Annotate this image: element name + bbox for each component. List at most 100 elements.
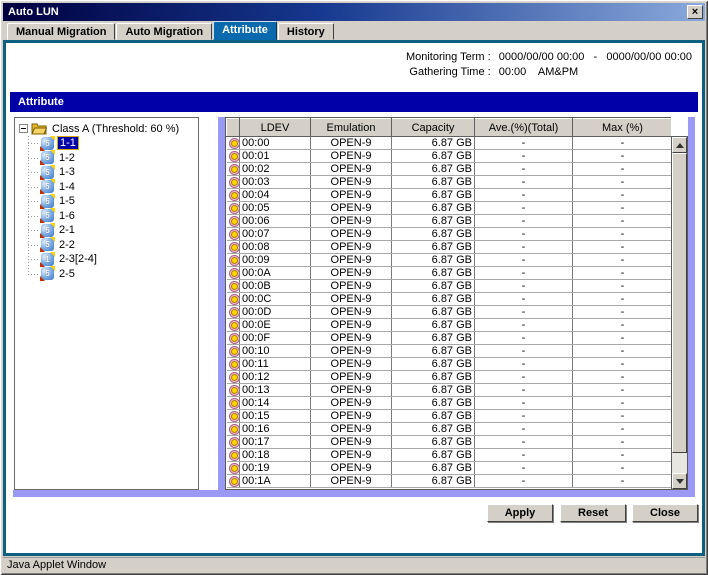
ldev-icon	[229, 203, 240, 214]
max-cell: -	[573, 254, 672, 267]
tree-item-1-6[interactable]: 51-6	[41, 209, 198, 224]
column-header-max[interactable]: Max (%)	[573, 119, 672, 137]
capacity-cell: 6.87 GB	[392, 150, 475, 163]
column-header-ldev[interactable]: LDEV	[240, 119, 311, 137]
ldev-icon	[229, 320, 240, 331]
ldev-cell: 00:10	[240, 345, 311, 358]
scrollbar-thumb[interactable]	[672, 153, 687, 453]
capacity-cell: 6.87 GB	[392, 319, 475, 332]
table-row[interactable]: 00:07OPEN-96.87 GB--	[227, 228, 672, 241]
table-row[interactable]: 00:13OPEN-96.87 GB--	[227, 384, 672, 397]
table-row[interactable]: 00:0BOPEN-96.87 GB--	[227, 280, 672, 293]
vertical-scrollbar[interactable]	[671, 136, 688, 490]
table-row[interactable]: 00:05OPEN-96.87 GB--	[227, 202, 672, 215]
table-row[interactable]: 00:14OPEN-96.87 GB--	[227, 397, 672, 410]
ave-cell: -	[475, 475, 573, 488]
monitoring-term-label: Monitoring Term :	[406, 50, 491, 65]
emulation-cell: OPEN-9	[311, 267, 392, 280]
capacity-cell: 6.87 GB	[392, 384, 475, 397]
ldev-icon-cell	[227, 332, 240, 345]
column-header-ave[interactable]: Ave.(%)(Total)	[475, 119, 573, 137]
ldev-icon-cell	[227, 345, 240, 358]
ldev-icon-cell	[227, 293, 240, 306]
table-row[interactable]: 00:0EOPEN-96.87 GB--	[227, 319, 672, 332]
table-row[interactable]: 00:12OPEN-96.87 GB--	[227, 371, 672, 384]
table-row[interactable]: 00:11OPEN-96.87 GB--	[227, 358, 672, 371]
ldev-cell: 00:16	[240, 423, 311, 436]
table-row[interactable]: 00:0FOPEN-96.87 GB--	[227, 332, 672, 345]
ldev-cell: 00:18	[240, 449, 311, 462]
table-row[interactable]: 00:1AOPEN-96.87 GB--	[227, 475, 672, 488]
ldev-icon	[229, 437, 240, 448]
ldev-table-wrap: LDEV Emulation Capacity Ave.(%)(Total) M…	[225, 117, 671, 490]
ldev-cell: 00:04	[240, 189, 311, 202]
max-cell: -	[573, 462, 672, 475]
ave-cell: -	[475, 332, 573, 345]
apply-button[interactable]: Apply	[487, 504, 553, 522]
table-row[interactable]: 00:17OPEN-96.87 GB--	[227, 436, 672, 449]
table-row[interactable]: 00:01OPEN-96.87 GB--	[227, 150, 672, 163]
ldev-icon	[229, 398, 240, 409]
ldev-cell: 00:13	[240, 384, 311, 397]
tree-root-class-a[interactable]: Class A (Threshold: 60 %)	[19, 121, 198, 136]
capacity-cell: 6.87 GB	[392, 449, 475, 462]
tab-attribute[interactable]: Attribute	[213, 21, 277, 40]
ldev-icon-cell	[227, 241, 240, 254]
tree-item-2-2[interactable]: 52-2	[41, 238, 198, 253]
tree-item-1-5[interactable]: 51-5	[41, 194, 198, 209]
emulation-cell: OPEN-9	[311, 332, 392, 345]
tab-history[interactable]: History	[278, 23, 334, 40]
column-header-capacity[interactable]: Capacity	[392, 119, 475, 137]
reset-button[interactable]: Reset	[560, 504, 626, 522]
max-cell: -	[573, 384, 672, 397]
table-row[interactable]: 00:08OPEN-96.87 GB--	[227, 241, 672, 254]
column-header-emulation[interactable]: Emulation	[311, 119, 392, 137]
tree-item-1-2[interactable]: 51-2	[41, 151, 198, 166]
table-row[interactable]: 00:15OPEN-96.87 GB--	[227, 410, 672, 423]
ldev-icon-cell	[227, 475, 240, 488]
tree-item-1-1[interactable]: 51-1	[41, 136, 198, 151]
table-row[interactable]: 00:16OPEN-96.87 GB--	[227, 423, 672, 436]
table-row[interactable]: 00:03OPEN-96.87 GB--	[227, 176, 672, 189]
table-row[interactable]: 00:00OPEN-96.87 GB--	[227, 137, 672, 150]
group-disk-icon: 5	[41, 137, 54, 150]
ldev-icon-cell	[227, 397, 240, 410]
ldev-cell: 00:07	[240, 228, 311, 241]
max-cell: -	[573, 163, 672, 176]
ldev-cell: 00:0A	[240, 267, 311, 280]
tree-collapse-icon[interactable]	[19, 124, 28, 133]
column-header-icon[interactable]	[227, 119, 240, 137]
table-row[interactable]: 00:18OPEN-96.87 GB--	[227, 449, 672, 462]
tree-item-2-5[interactable]: 52-5	[41, 267, 198, 282]
table-row[interactable]: 00:06OPEN-96.87 GB--	[227, 215, 672, 228]
table-row[interactable]: 00:10OPEN-96.87 GB--	[227, 345, 672, 358]
max-cell: -	[573, 475, 672, 488]
ldev-cell: 00:09	[240, 254, 311, 267]
close-action-button[interactable]: Close	[632, 504, 698, 522]
emulation-cell: OPEN-9	[311, 176, 392, 189]
ldev-icon-cell	[227, 267, 240, 280]
table-row[interactable]: 00:0AOPEN-96.87 GB--	[227, 267, 672, 280]
table-row[interactable]: 00:0COPEN-96.87 GB--	[227, 293, 672, 306]
tree-item-1-4[interactable]: 51-4	[41, 180, 198, 195]
table-row[interactable]: 00:19OPEN-96.87 GB--	[227, 462, 672, 475]
tree-item-1-3[interactable]: 51-3	[41, 165, 198, 180]
scroll-up-button[interactable]	[672, 137, 687, 153]
ldev-icon-cell	[227, 150, 240, 163]
close-button[interactable]: ×	[687, 5, 703, 19]
max-cell: -	[573, 150, 672, 163]
table-row[interactable]: 00:0DOPEN-96.87 GB--	[227, 306, 672, 319]
max-cell: -	[573, 228, 672, 241]
table-row[interactable]: 00:09OPEN-96.87 GB--	[227, 254, 672, 267]
scroll-down-button[interactable]	[672, 473, 687, 489]
tab-auto-migration[interactable]: Auto Migration	[116, 23, 212, 40]
table-row[interactable]: 00:04OPEN-96.87 GB--	[227, 189, 672, 202]
table-row[interactable]: 00:02OPEN-96.87 GB--	[227, 163, 672, 176]
tab-manual-migration[interactable]: Manual Migration	[7, 23, 115, 40]
tree-item-2-3[2-4][interactable]: 12-3[2-4]	[41, 252, 198, 267]
tree-item-2-1[interactable]: 52-1	[41, 223, 198, 238]
ldev-cell: 00:01	[240, 150, 311, 163]
emulation-cell: OPEN-9	[311, 462, 392, 475]
group-disk-icon: 5	[41, 209, 54, 222]
max-cell: -	[573, 267, 672, 280]
